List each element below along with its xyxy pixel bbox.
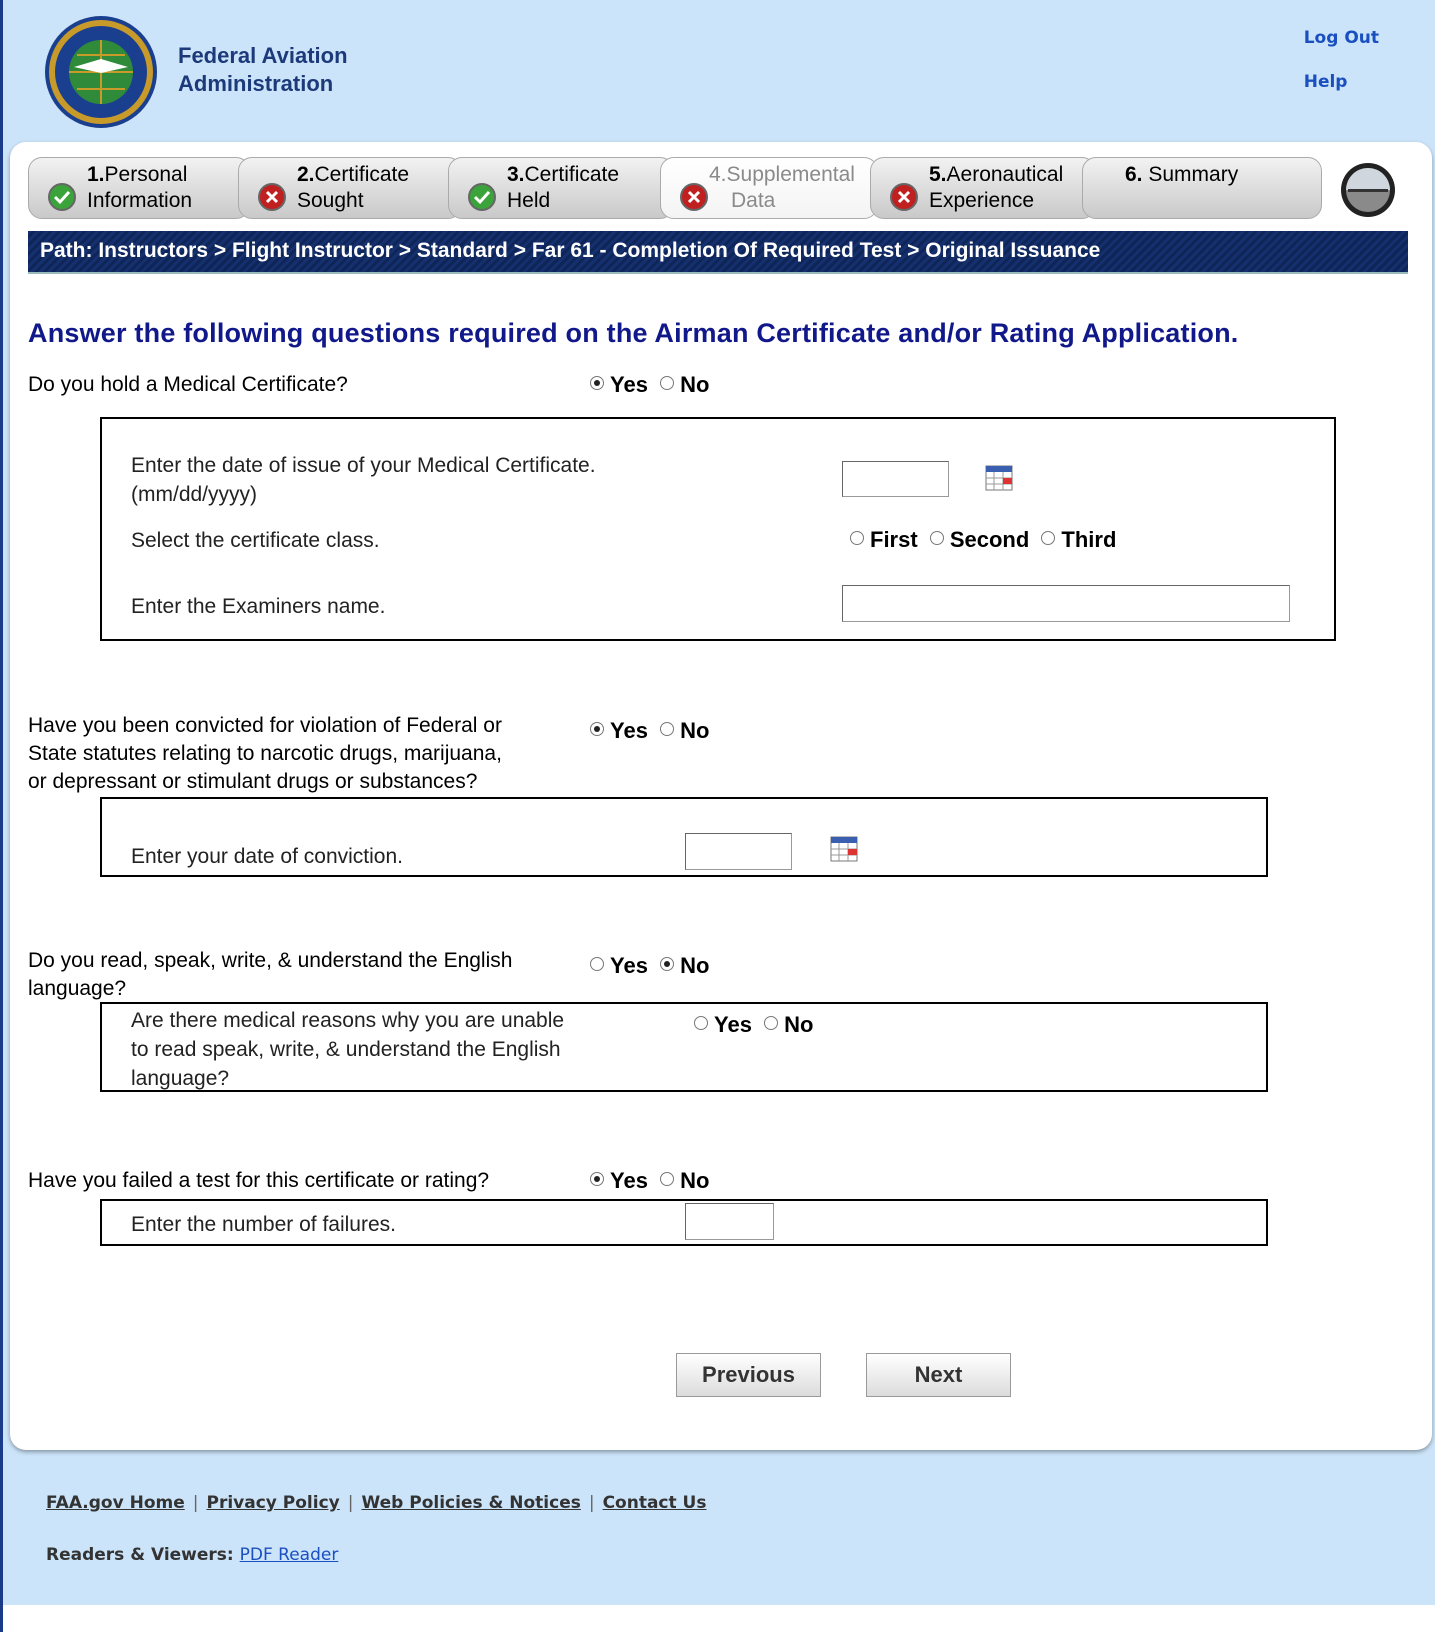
medical-date-label: Enter the date of issue of your Medical …	[131, 454, 596, 506]
failures-count-input[interactable]	[685, 1203, 774, 1240]
logout-link[interactable]: Log Out	[1304, 28, 1379, 48]
calendar-icon[interactable]	[985, 465, 1013, 491]
contact-us-link[interactable]: Contact Us	[603, 1493, 707, 1513]
failed-test-question: Have you failed a test for this certific…	[28, 1169, 490, 1192]
faa-home-link[interactable]: FAA.gov Home	[46, 1493, 185, 1513]
class-label: Select the certificate class.	[131, 529, 380, 552]
error-icon	[680, 183, 708, 211]
medical-yes-radio[interactable]: Yes	[590, 372, 648, 398]
english-medical-yes-radio[interactable]: Yes	[694, 1012, 752, 1038]
next-button[interactable]: Next	[866, 1353, 1011, 1397]
examiner-name-input[interactable]	[842, 585, 1290, 622]
check-icon	[48, 183, 76, 211]
failed-test-radio-group: Yes No	[590, 1168, 715, 1194]
org-name-line1: Federal Aviation	[178, 43, 348, 68]
error-icon	[890, 183, 918, 211]
error-icon	[258, 183, 286, 211]
failed-test-no-radio[interactable]: No	[660, 1168, 709, 1194]
step-certificate-held[interactable]: 3.Certificate Held	[448, 157, 674, 219]
conviction-date-input[interactable]	[685, 833, 792, 870]
english-medical-question: Are there medical reasons why you are un…	[131, 1009, 565, 1090]
footer-links: FAA.gov Home | Privacy Policy | Web Policies…	[46, 1493, 707, 1513]
class-third-radio[interactable]: Third	[1041, 527, 1116, 553]
english-no-radio[interactable]: No	[660, 953, 709, 979]
examiner-label: Enter the Examiners name.	[131, 595, 386, 618]
medical-question: Do you hold a Medical Certificate?	[28, 373, 348, 396]
org-name: Federal Aviation Administration	[178, 42, 348, 98]
class-first-radio[interactable]: First	[850, 527, 918, 553]
step-summary[interactable]: 6. Summary	[1082, 157, 1322, 219]
help-link[interactable]: Help	[1304, 72, 1379, 92]
english-medical-radio-group: Yes No	[694, 1012, 819, 1038]
failures-label: Enter the number of failures.	[131, 1213, 396, 1236]
attitude-indicator-icon	[1341, 163, 1395, 217]
failed-test-yes-radio[interactable]: Yes	[590, 1168, 648, 1194]
page-title: Answer the following questions required …	[28, 318, 1239, 348]
medical-no-radio[interactable]: No	[660, 372, 709, 398]
english-yes-radio[interactable]: Yes	[590, 953, 648, 979]
faa-seal-logo	[45, 16, 157, 128]
step-certificate-sought[interactable]: 2.Certificate Sought	[238, 157, 462, 219]
breadcrumb: Path: Instructors > Flight Instructor > …	[28, 231, 1408, 274]
web-policies-link[interactable]: Web Policies & Notices	[361, 1493, 580, 1513]
readers-viewers: Readers & Viewers: PDF Reader	[46, 1545, 339, 1565]
medical-radio-group: Yes No	[590, 372, 715, 398]
conviction-radio-group: Yes No	[590, 718, 715, 744]
class-second-radio[interactable]: Second	[929, 527, 1029, 553]
conviction-no-radio[interactable]: No	[660, 718, 709, 744]
step-aeronautical-experience[interactable]: 5.Aeronautical Experience	[870, 157, 1096, 219]
check-icon	[468, 183, 496, 211]
class-radio-group: First Second Third	[850, 527, 1122, 553]
privacy-policy-link[interactable]: Privacy Policy	[206, 1493, 339, 1513]
step-personal-information[interactable]: 1.Personal Information	[28, 157, 250, 219]
conviction-yes-radio[interactable]: Yes	[590, 718, 648, 744]
pdf-reader-link[interactable]: PDF Reader	[240, 1545, 339, 1565]
conviction-date-label: Enter your date of conviction.	[131, 845, 403, 868]
english-medical-no-radio[interactable]: No	[764, 1012, 813, 1038]
wizard-steps: 1.Personal Information 2.Certificate Sough…	[28, 157, 1408, 221]
step-supplemental-data[interactable]: 4.Supplemental Data	[660, 157, 878, 219]
calendar-icon[interactable]	[830, 836, 858, 862]
english-question: Do you read, speak, write, & understand …	[28, 949, 513, 1000]
conviction-question: Have you been convicted for violation of…	[28, 714, 502, 793]
english-radio-group: Yes No	[590, 953, 715, 979]
org-name-line2: Administration	[178, 71, 334, 96]
previous-button[interactable]: Previous	[676, 1353, 821, 1397]
medical-date-input[interactable]	[842, 461, 949, 497]
